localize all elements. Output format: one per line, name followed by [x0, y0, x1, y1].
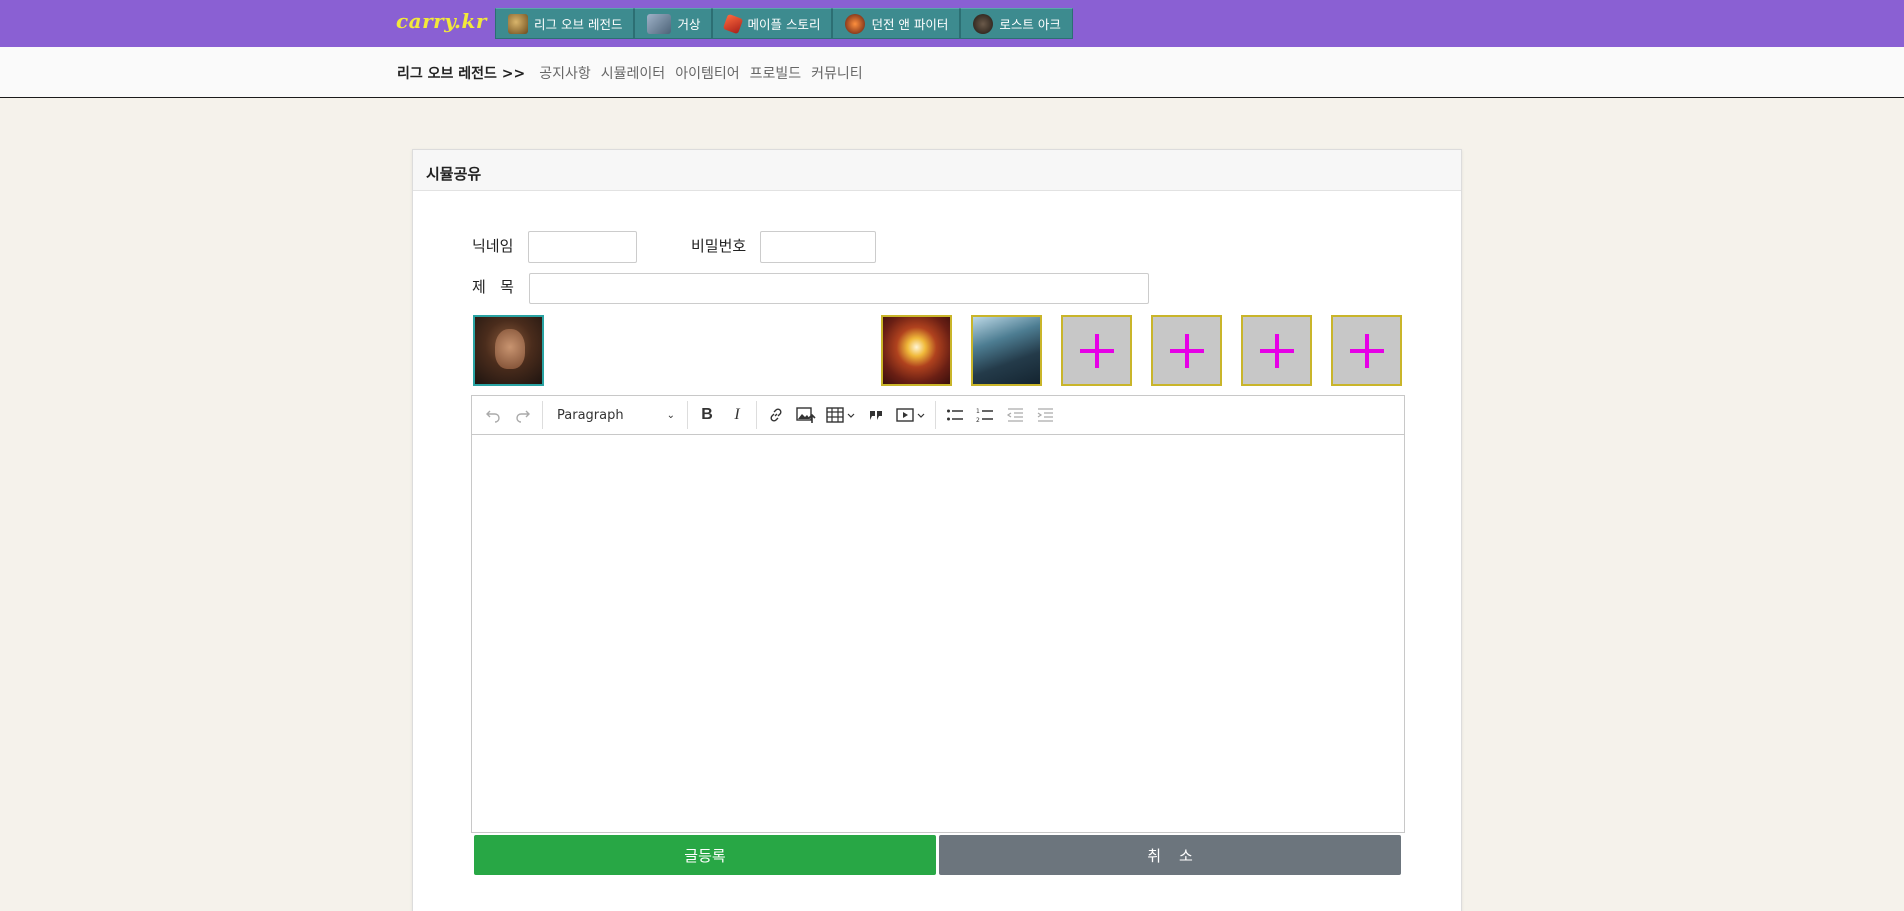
password-input[interactable] — [760, 231, 876, 263]
panel-title: 시뮬공유 — [413, 150, 1461, 191]
nav-link-simulator[interactable]: 시뮬레이터 — [601, 63, 665, 83]
game-tab-dnf[interactable]: 던전 앤 파이터 — [832, 8, 961, 39]
redo-icon[interactable] — [508, 400, 538, 430]
link-icon[interactable] — [761, 400, 791, 430]
subject-label: 제 목 — [472, 278, 514, 296]
plus-icon — [1079, 333, 1114, 368]
game-tab-label: 리그 오브 레전드 — [534, 17, 623, 32]
nickname-label: 닉네임 — [472, 237, 514, 255]
item-slot-1[interactable] — [881, 315, 952, 386]
editor-content-area[interactable] — [472, 435, 1404, 832]
subject-input[interactable] — [529, 273, 1149, 304]
cancel-button[interactable]: 취소 — [939, 835, 1401, 875]
maplestory-icon — [723, 13, 744, 34]
bulleted-list-icon[interactable] — [940, 400, 970, 430]
current-game-breadcrumb[interactable]: 리그 오브 레전드 >> — [397, 63, 525, 83]
lol-icon — [508, 13, 528, 34]
svg-text:2: 2 — [976, 417, 980, 423]
champion-portrait[interactable] — [473, 315, 544, 386]
nav-link-item-tier[interactable]: 아이템티어 — [675, 63, 739, 83]
numbered-list-icon[interactable]: 12 — [970, 400, 1000, 430]
submit-post-button[interactable]: 글등록 — [474, 835, 936, 875]
post-form-panel: 시뮬공유 닉네임 비밀번호 제 목 Paragraph ⌄ B I 1 2 글등… — [412, 149, 1462, 911]
game-tab-gersang[interactable]: 거상 — [634, 8, 713, 39]
site-logo[interactable]: carry.kr — [396, 9, 487, 33]
add-item-slot[interactable] — [1331, 315, 1402, 386]
blockquote-icon[interactable] — [861, 400, 891, 430]
chevron-down-icon: ⌄ — [666, 409, 675, 421]
plus-icon — [1169, 333, 1204, 368]
block-format-dropdown[interactable]: Paragraph ⌄ — [547, 400, 683, 430]
game-tab-label: 던전 앤 파이터 — [871, 17, 949, 32]
rich-text-editor: Paragraph ⌄ B I 1 2 — [471, 395, 1405, 833]
undo-icon[interactable] — [478, 400, 508, 430]
password-label: 비밀번호 — [691, 237, 747, 255]
game-tab-lostark[interactable]: 로스트 아크 — [960, 8, 1073, 39]
gersang-icon — [647, 13, 672, 34]
plus-icon — [1349, 333, 1384, 368]
media-embed-icon[interactable] — [891, 400, 931, 430]
game-tabs: 리그 오브 레전드 거상 메이플 스토리 던전 앤 파이터 로스트 아크 — [495, 8, 1073, 39]
svg-text:1: 1 — [976, 408, 980, 415]
add-item-slot[interactable] — [1061, 315, 1132, 386]
nav-link-notice[interactable]: 공지사항 — [539, 63, 591, 83]
game-tab-label: 거상 — [677, 17, 701, 32]
add-item-slot[interactable] — [1241, 315, 1312, 386]
game-tab-lol[interactable]: 리그 오브 레전드 — [495, 8, 635, 39]
image-upload-icon[interactable] — [791, 400, 821, 430]
nav-link-probuild[interactable]: 프로빌드 — [750, 63, 802, 83]
nav-link-community[interactable]: 커뮤니티 — [811, 63, 863, 83]
plus-icon — [1259, 333, 1294, 368]
editor-toolbar: Paragraph ⌄ B I 1 2 — [472, 396, 1404, 435]
lostark-icon — [973, 13, 994, 34]
dnf-icon — [845, 13, 866, 34]
outdent-icon[interactable] — [1000, 400, 1030, 430]
game-tab-maplestory[interactable]: 메이플 스토리 — [712, 8, 833, 39]
sub-nav: 리그 오브 레전드 >> 공지사항 시뮬레이터 아이템티어 프로빌드 커뮤니티 — [0, 47, 1904, 98]
item-slot-2[interactable] — [971, 315, 1042, 386]
indent-icon[interactable] — [1030, 400, 1060, 430]
top-bar: carry.kr 리그 오브 레전드 거상 메이플 스토리 던전 앤 파이터 로… — [0, 0, 1904, 47]
nickname-input[interactable] — [528, 231, 637, 263]
block-format-value: Paragraph — [557, 407, 624, 423]
game-tab-label: 로스트 아크 — [999, 17, 1061, 32]
bold-icon[interactable]: B — [692, 400, 722, 430]
table-icon[interactable] — [821, 400, 861, 430]
italic-icon[interactable]: I — [722, 400, 752, 430]
add-item-slot[interactable] — [1151, 315, 1222, 386]
game-tab-label: 메이플 스토리 — [747, 17, 821, 32]
